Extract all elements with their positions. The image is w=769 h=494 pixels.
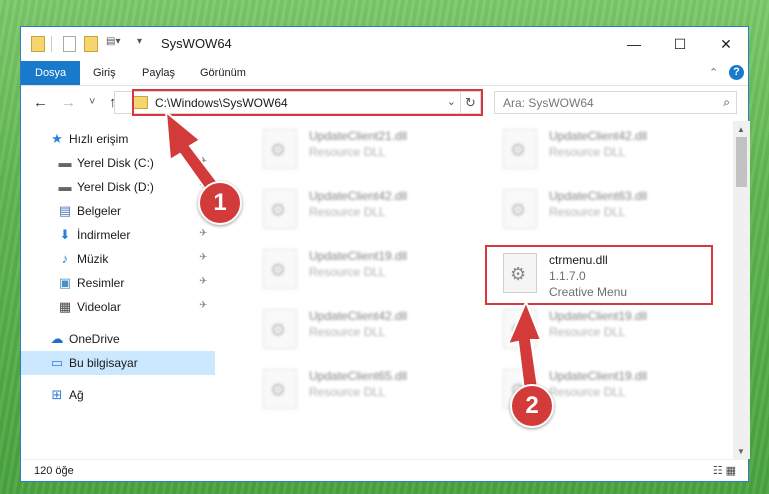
- step-2-badge: 2: [510, 384, 554, 428]
- annotation-arrows: [164, 109, 543, 392]
- arrow-2: [506, 299, 543, 392]
- step-1-badge: 1: [198, 181, 242, 225]
